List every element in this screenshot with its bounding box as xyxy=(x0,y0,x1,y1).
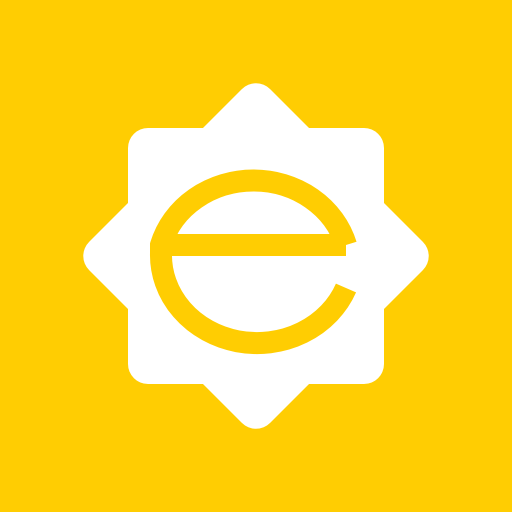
e-sun-logo-icon xyxy=(0,0,512,512)
app-icon xyxy=(0,0,512,512)
